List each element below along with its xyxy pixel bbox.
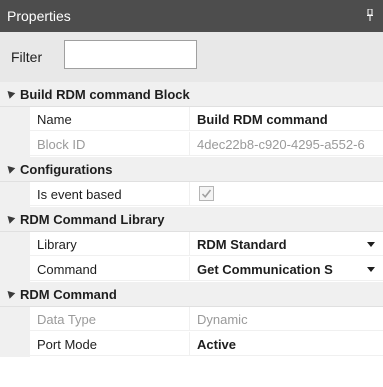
collapse-triangle-icon[interactable]: [4, 163, 16, 174]
category-rdm-command-library[interactable]: RDM Command Library: [0, 207, 383, 232]
property-name: Data Type: [30, 307, 190, 331]
dropdown-arrow-icon[interactable]: [367, 242, 375, 247]
property-name: Is event based: [30, 182, 190, 206]
dropdown-value: Get Communication S: [197, 262, 333, 277]
property-name: Port Mode: [30, 332, 190, 356]
checkmark-icon: [201, 189, 212, 199]
category-title: RDM Command Library: [20, 212, 165, 227]
collapse-triangle-icon[interactable]: [4, 213, 16, 224]
category-configurations[interactable]: Configurations: [0, 157, 383, 182]
property-row-command[interactable]: Command Get Communication S: [0, 257, 383, 282]
panel-title: Properties: [7, 8, 71, 24]
category-build-rdm-command-block[interactable]: Build RDM command Block: [0, 82, 383, 107]
command-dropdown[interactable]: Get Communication S: [190, 257, 383, 281]
property-value: [190, 182, 383, 206]
dropdown-value: RDM Standard: [197, 237, 287, 252]
property-value: 4dec22b8-c920-4295-a552-6: [190, 132, 383, 156]
property-value: Dynamic: [190, 307, 383, 331]
property-row-block-id[interactable]: Block ID 4dec22b8-c920-4295-a552-6: [0, 132, 383, 157]
property-name: Block ID: [30, 132, 190, 156]
collapse-triangle-icon[interactable]: [4, 288, 16, 299]
library-dropdown[interactable]: RDM Standard: [190, 232, 383, 256]
filter-label: Filter: [11, 49, 43, 65]
dropdown-arrow-icon[interactable]: [367, 267, 375, 272]
property-name: Name: [30, 107, 190, 131]
category-title: Configurations: [20, 162, 113, 177]
filter-bar: Filter: [0, 32, 383, 82]
property-row-port-mode[interactable]: Port Mode Active: [0, 332, 383, 357]
property-value[interactable]: Build RDM command: [190, 107, 383, 131]
category-rdm-command[interactable]: RDM Command: [0, 282, 383, 307]
collapse-triangle-icon[interactable]: [4, 88, 16, 99]
property-name: Command: [30, 257, 190, 281]
property-row-data-type[interactable]: Data Type Dynamic: [0, 307, 383, 332]
property-row-is-event-based[interactable]: Is event based: [0, 182, 383, 207]
filter-input[interactable]: [64, 40, 197, 69]
properties-title-bar: Properties: [0, 0, 383, 32]
property-name: Library: [30, 232, 190, 256]
category-title: Build RDM command Block: [20, 87, 190, 102]
pin-icon[interactable]: [367, 9, 373, 21]
is-event-based-checkbox[interactable]: [199, 186, 214, 201]
category-title: RDM Command: [20, 287, 117, 302]
property-row-library[interactable]: Library RDM Standard: [0, 232, 383, 257]
property-grid: Build RDM command Block Name Build RDM c…: [0, 82, 383, 357]
property-value[interactable]: Active: [190, 332, 383, 356]
property-row-name[interactable]: Name Build RDM command: [0, 107, 383, 132]
